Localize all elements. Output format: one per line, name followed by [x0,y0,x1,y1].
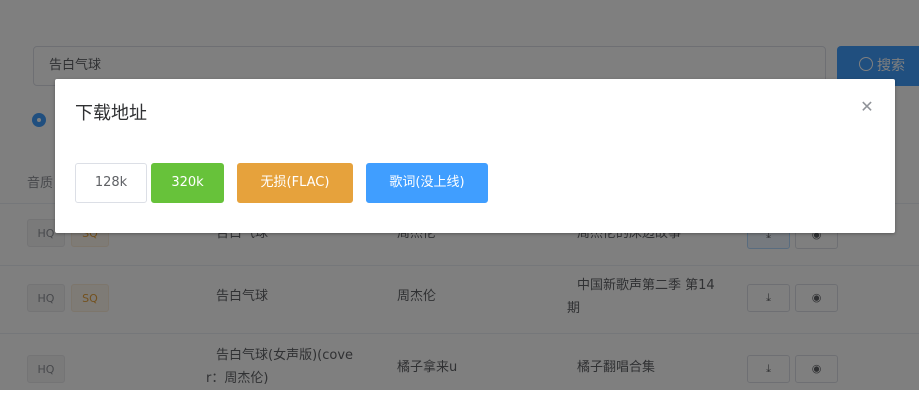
download-dialog: 下载地址 ✕ 128k 320k 无损(FLAC) 歌词(没上线) [55,79,895,233]
download-flac-button[interactable]: 无损(FLAC) [237,163,353,203]
lyrics-button[interactable]: 歌词(没上线) [366,163,488,203]
close-icon[interactable]: ✕ [859,99,875,115]
download-128k-button[interactable]: 128k [75,163,147,203]
dialog-title: 下载地址 [75,103,147,124]
download-320k-button[interactable]: 320k [151,163,224,203]
